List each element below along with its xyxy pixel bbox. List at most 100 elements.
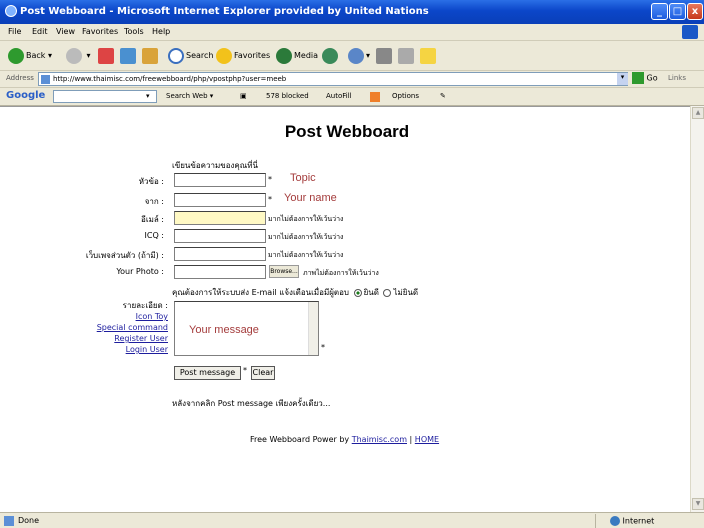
print-icon: [376, 47, 392, 64]
close-button[interactable]: x: [687, 3, 703, 20]
home-button[interactable]: [142, 47, 160, 65]
search-web-button[interactable]: Search Web ▾: [166, 92, 213, 100]
scroll-up-icon[interactable]: ▲: [692, 107, 704, 119]
icq-note: มากไม่ต้องการให้เว้นว่าง: [268, 233, 344, 241]
refresh-button[interactable]: [120, 47, 138, 65]
email-notify-question: คุณต้องการให้ระบบส่ง E-mail แจ้งเตือนเมื…: [172, 288, 350, 297]
menu-help[interactable]: Help: [152, 27, 170, 36]
icq-row: ICQ : มากไม่ต้องการให้เว้นว่าง: [0, 229, 690, 244]
back-button[interactable]: Back ▾: [8, 47, 52, 65]
blogger-icon[interactable]: [370, 92, 380, 102]
photo-input[interactable]: [174, 265, 266, 279]
email-no-label: ไม่ยินดี: [393, 288, 419, 297]
message-textarea[interactable]: Your message: [174, 301, 319, 356]
register-user-link[interactable]: Register User: [97, 333, 168, 344]
links-button[interactable]: Links: [668, 74, 686, 82]
ie-icon: [5, 5, 17, 17]
post-message-button[interactable]: Post message: [174, 366, 241, 380]
footer: Free Webboard Power by Thaimisc.com | HO…: [250, 435, 439, 444]
photo-row: Your Photo : Browse... ภาพไม่ต้องการให้เ…: [0, 265, 690, 280]
email-label: อีเมล์ :: [141, 215, 164, 224]
news-icon[interactable]: ▣: [240, 92, 247, 100]
windows-logo-icon: [682, 25, 698, 39]
photo-note: ภาพไม่ต้องการให้เว้นว่าง: [303, 269, 379, 277]
messenger-button[interactable]: [420, 47, 438, 65]
clear-button[interactable]: Clear: [251, 366, 275, 380]
messenger-icon: [420, 47, 436, 64]
email-input[interactable]: [174, 211, 266, 225]
history-button[interactable]: [322, 47, 340, 65]
thaimisc-link[interactable]: Thaimisc.com: [352, 435, 407, 444]
pencil-icon[interactable]: ✎: [440, 92, 446, 100]
forward-button[interactable]: ▾: [66, 47, 91, 65]
menu-edit[interactable]: Edit: [32, 27, 48, 36]
print-button[interactable]: [376, 47, 394, 65]
name-annotation: Your name: [284, 192, 337, 204]
options-button[interactable]: Options: [392, 92, 419, 100]
topic-input[interactable]: [174, 173, 266, 187]
minimize-button[interactable]: _: [651, 3, 668, 20]
icon-toy-link[interactable]: Icon Toy: [97, 311, 168, 322]
address-input[interactable]: http://www.thaimisc.com/freewebboard/php…: [38, 72, 628, 86]
menu-file[interactable]: File: [8, 27, 21, 36]
go-button[interactable]: Go: [632, 72, 658, 84]
mail-icon: [348, 47, 364, 64]
email-no-radio[interactable]: [383, 288, 392, 297]
menu-tools[interactable]: Tools: [124, 27, 144, 36]
icq-input[interactable]: [174, 229, 266, 243]
popup-blocked-indicator[interactable]: 578 blocked: [266, 92, 309, 100]
google-dropdown-icon[interactable]: ▾: [146, 92, 150, 100]
textarea-scrollbar[interactable]: [308, 302, 318, 355]
post-required: *: [243, 366, 247, 375]
name-required: *: [268, 195, 272, 204]
login-user-link[interactable]: Login User: [97, 344, 168, 355]
favorites-button[interactable]: Favorites: [216, 47, 270, 65]
autofill-button[interactable]: AutoFill: [326, 92, 352, 100]
stop-icon: [98, 47, 114, 64]
special-command-link[interactable]: Special command: [97, 322, 168, 333]
topic-label: หัวข้อ :: [138, 177, 164, 186]
media-button[interactable]: Media: [276, 47, 318, 65]
google-search-input[interactable]: [53, 90, 157, 103]
name-label: จาก :: [144, 197, 164, 206]
zone-indicator: Internet: [610, 516, 654, 526]
homepage-label: เว็บเพจส่วนตัว (ถ้ามี) :: [85, 251, 164, 260]
name-row: จาก : * Your name: [0, 192, 690, 208]
scroll-down-icon[interactable]: ▼: [692, 498, 704, 510]
maximize-button[interactable]: □: [669, 3, 686, 20]
footer-text: Free Webboard Power by: [250, 435, 350, 444]
edit-button[interactable]: [398, 47, 416, 65]
homepage-note: มากไม่ต้องการให้เว้นว่าง: [268, 251, 344, 259]
page-content: Post Webboard เขียนข้อความของคุณที่นี่ ห…: [0, 106, 690, 512]
email-yes-radio[interactable]: [353, 288, 362, 297]
topic-row: หัวข้อ : * Topic: [0, 172, 690, 188]
edit-icon: [398, 47, 414, 64]
home-link[interactable]: HOME: [415, 435, 439, 444]
detail-label: รายละเอียด :: [122, 301, 168, 310]
homepage-input[interactable]: [174, 247, 266, 261]
stop-button[interactable]: [98, 47, 116, 65]
search-icon: [168, 47, 184, 64]
menu-view[interactable]: View: [56, 27, 75, 36]
post-info: หลังจากคลิก Post message เพียงครั้งเดียว…: [172, 399, 331, 408]
menu-favorites[interactable]: Favorites: [82, 27, 118, 36]
email-row: อีเมล์ : มากไม่ต้องการให้เว้นว่าง: [0, 211, 690, 226]
home-icon: [142, 47, 158, 64]
email-notify-row: คุณต้องการให้ระบบส่ง E-mail แจ้งเตือนเมื…: [172, 286, 418, 299]
star-icon: [216, 47, 232, 64]
status-separator: [595, 514, 596, 528]
globe-icon: [610, 516, 620, 526]
email-yes-label: ยินดี: [363, 288, 379, 297]
address-dropdown-icon[interactable]: ▾: [617, 73, 628, 85]
form-hint: เขียนข้อความของคุณที่นี่: [172, 161, 258, 170]
page-status-icon: [4, 516, 14, 526]
mail-button[interactable]: ▾: [348, 47, 370, 65]
history-icon: [322, 47, 338, 64]
photo-label: Your Photo :: [116, 267, 164, 276]
homepage-row: เว็บเพจส่วนตัว (ถ้ามี) : มากไม่ต้องการให…: [0, 247, 690, 262]
page-scrollbar[interactable]: ▲ ▼: [690, 106, 704, 512]
search-button[interactable]: Search: [168, 47, 213, 65]
browse-button[interactable]: Browse...: [269, 265, 299, 278]
name-input[interactable]: [174, 193, 266, 207]
google-logo[interactable]: Google: [6, 90, 45, 101]
